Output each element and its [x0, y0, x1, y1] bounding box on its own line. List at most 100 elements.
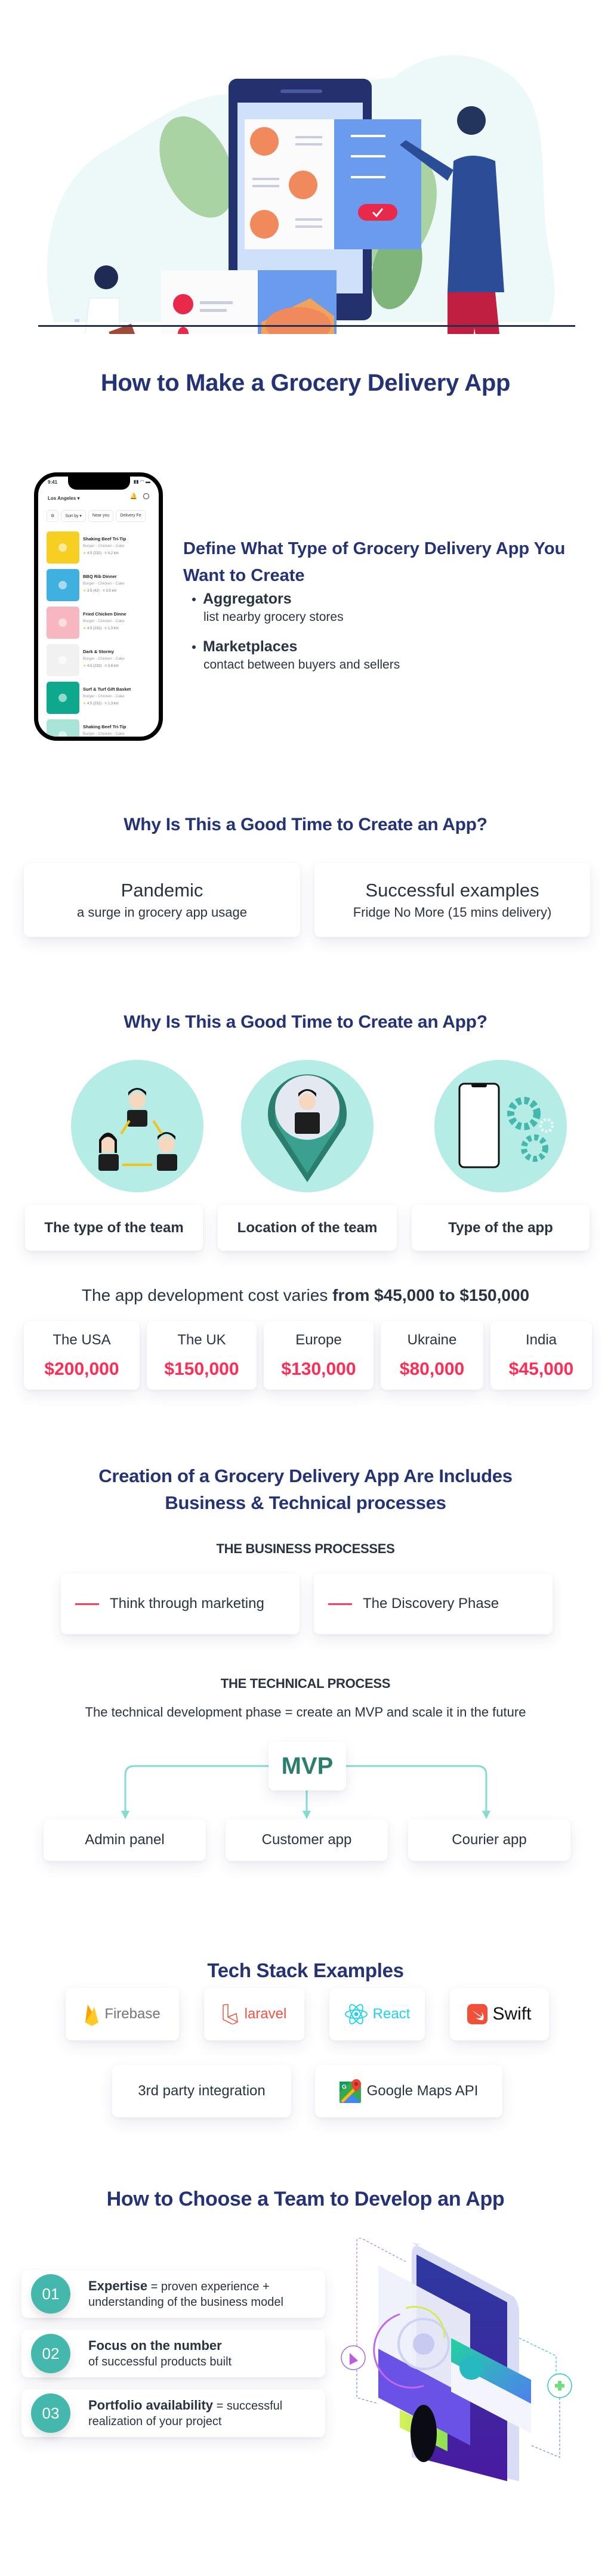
filter-chip[interactable]: Delivery Fe [116, 510, 146, 522]
star-icon: ★ [83, 552, 88, 555]
filter-chip[interactable]: Sort by ▾ [61, 510, 86, 522]
connector-right [346, 1765, 487, 1813]
step-text: Expertise = proven experience + understa… [88, 2278, 325, 2310]
restaurant-list-item[interactable]: BBQ Rib Dinner Burger - Chicken - Cake ★ 3… [47, 569, 159, 607]
location-selector[interactable]: Los Angeles ▾ [48, 496, 80, 501]
stack-label: Firebase [104, 2006, 161, 2022]
cost-intro: The app development cost varies [81, 1286, 333, 1304]
location-pin-person-icon [241, 1060, 374, 1192]
restaurant-list-item[interactable]: Surf & Turf Gift Basket Burger - Chicken … [47, 682, 159, 719]
cost-range: from $45,000 to $150,000 [332, 1286, 530, 1304]
restaurant-thumbnail [47, 719, 79, 737]
rating: 4.5 [87, 702, 92, 706]
factor-card: Location of the team [218, 1205, 397, 1251]
stack-label: laravel [244, 2006, 287, 2022]
pin-icon: · ⌾ [101, 627, 108, 630]
dash-icon [328, 1603, 352, 1605]
cost-card: India $45,000 [490, 1321, 592, 1390]
filter-settings-icon[interactable]: ⚙ [47, 510, 59, 522]
restaurant-info: Shaking Beef Tri-Tip Burger - Chicken - C… [79, 531, 126, 556]
stack-card-3rd-party: 3rd party integration [112, 2065, 291, 2117]
cost-amount: $200,000 [44, 1359, 119, 1379]
mvp-label: MVP [281, 1752, 334, 1779]
deliverable-label: Customer app [261, 1832, 352, 1848]
restaurant-list-item[interactable]: Shaking Beef Tri-Tip Burger - Chicken - C… [47, 719, 159, 737]
distance: 4.2 km [107, 552, 119, 555]
factors-heading: Why Is This a Good Time to Create an App… [124, 1012, 487, 1032]
distance: 3.5 km [106, 589, 117, 593]
search-icon[interactable] [143, 493, 149, 499]
restaurant-thumbnail [47, 682, 79, 714]
restaurant-name: Surf & Turf Gift Basket [83, 686, 131, 692]
bell-icon[interactable]: 🔔 [130, 493, 137, 500]
cost-region: The UK [177, 1331, 226, 1348]
cost-card: The UK $150,000 [147, 1321, 257, 1390]
deliverable-label: Courier app [452, 1832, 527, 1848]
restaurant-thumbnail [47, 644, 79, 676]
isometric-phone-illustration [341, 2238, 572, 2481]
type-item: Marketplaces contact between buyers and … [192, 638, 400, 672]
star-icon: ★ [83, 589, 88, 593]
reason-desc: a surge in grocery app usage [77, 905, 247, 920]
type-item: Aggregators list nearby grocery stores [192, 590, 344, 624]
choose-heading: How to Choose a Team to Develop an App [106, 2188, 505, 2210]
why-heading: Why Is This a Good Time to Create an App… [124, 815, 487, 834]
restaurant-list-item[interactable]: Shaking Beef Tri-Tip Burger - Chicken - C… [47, 531, 159, 569]
cost-summary: The app development cost varies from $45… [0, 1286, 611, 1305]
step-title: Portfolio availability [88, 2397, 214, 2413]
react-icon [344, 2003, 368, 2025]
dash-icon [75, 1603, 99, 1605]
restaurant-list-item[interactable]: Dark & Stormy Burger - Chicken - Cake ★ 4.… [47, 644, 159, 682]
stack-label: Swift [492, 2004, 532, 2024]
filter-bar: ⚙ Sort by ▾ Near you Delivery Fe [47, 510, 146, 522]
review-count: (232) [93, 552, 102, 555]
processes-heading: Creation of a Grocery Delivery App Are I… [0, 1462, 611, 1516]
review-count: (42) [93, 589, 100, 593]
pin-icon: · ⌾ [101, 552, 108, 555]
define-heading: Define What Type of Grocery Delivery App… [183, 539, 566, 585]
cost-amount: $80,000 [399, 1359, 465, 1379]
phone-gears-icon [434, 1060, 567, 1192]
stack-card-react: React [329, 1988, 425, 2040]
distance: 3.8 km [107, 664, 119, 668]
filter-chip[interactable]: Near you [88, 510, 114, 522]
step-card: 01 Expertise = proven experience + under… [21, 2270, 325, 2318]
restaurant-thumbnail [47, 531, 79, 564]
review-count: (232) [93, 664, 102, 668]
phone-notch [68, 477, 130, 490]
restaurant-tags: Burger - Chicken - Cake [83, 544, 125, 548]
type-title: Aggregators [203, 590, 292, 607]
restaurant-name: BBQ Rib Dinner [83, 574, 117, 579]
reason-title: Pandemic [121, 880, 203, 901]
stack-label: Google Maps API [366, 2083, 479, 2099]
step-text: Portfolio availability = successful real… [88, 2398, 325, 2429]
status-time: 9:41 [48, 480, 58, 485]
restaurant-meta: ★ 4.5 (232) · ⌾ 3.8 km [83, 664, 125, 669]
stack-card-swift: Swift [450, 1988, 549, 2040]
step-desc: of successful products built [88, 2355, 232, 2368]
firebase-icon [84, 2002, 100, 2026]
bullet-icon [192, 645, 196, 649]
reason-desc: Fridge No More (15 mins delivery) [353, 905, 552, 920]
restaurant-meta: ★ 4.5 (232) · ⌾ 1.3 km [83, 701, 131, 706]
cost-card: Ukraine $80,000 [381, 1321, 483, 1390]
business-step: Think through marketing [110, 1595, 264, 1612]
deliverable-card: Admin panel [44, 1819, 206, 1861]
factor-label: The type of the team [44, 1219, 184, 1236]
processes-heading-line: Business & Technical processes [165, 1492, 446, 1513]
pin-icon: · ⌾ [101, 664, 108, 668]
factor-label: Type of the app [448, 1219, 553, 1236]
restaurant-info: Dark & Stormy Burger - Chicken - Cake ★ 4.… [79, 644, 125, 669]
restaurant-info: Shaking Beef Tri-Tip Burger - Chicken - C… [79, 719, 126, 736]
restaurant-meta: ★ 4.5 (232) · ⌾ 1.3 km [83, 626, 126, 631]
cost-amount: $150,000 [164, 1359, 239, 1379]
cost-card: The USA $200,000 [24, 1321, 140, 1390]
cost-amount: $130,000 [281, 1359, 356, 1379]
restaurant-meta: ★ 4.5 (232) · ⌾ 4.2 km [83, 551, 126, 556]
restaurant-tags: Burger - Chicken - Cake [83, 657, 125, 661]
restaurant-list-item[interactable]: Fried Chicken Dinne Burger - Chicken - Ca… [47, 607, 159, 644]
restaurant-name: Dark & Stormy [83, 649, 115, 654]
swift-icon [467, 2004, 488, 2024]
step-title: Expertise [88, 2278, 148, 2293]
restaurant-tags: Burger - Chicken - Cake [83, 694, 125, 698]
